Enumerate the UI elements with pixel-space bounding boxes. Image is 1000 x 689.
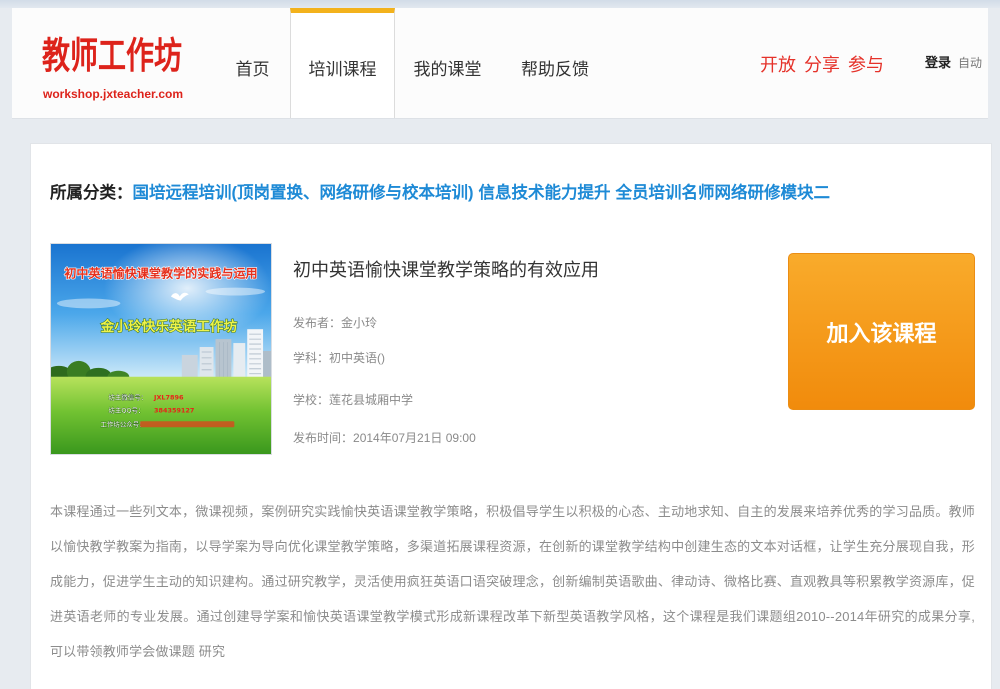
thumbnail-wechat-value: JXL7896 <box>153 394 184 402</box>
thumbnail-public-account-illegible <box>140 421 235 428</box>
thumbnail-qq-value: 384359127 <box>154 406 194 414</box>
meta-subject-label: 学科： <box>293 351 330 365</box>
thumbnail-workshop-name: 金小玲快乐英语工作坊 <box>100 318 238 335</box>
meta-subject-value: 初中英语() <box>329 351 386 365</box>
meta-subject: 学科：初中英语() <box>293 348 385 368</box>
nav-my-classroom[interactable]: 我的课堂 <box>395 8 500 118</box>
meta-publish-time-value: 2014年07月21日 09:00 <box>353 431 476 445</box>
logo-title: 教师工作坊 <box>42 35 183 76</box>
meta-publish-time-label: 发布时间： <box>293 431 354 445</box>
meta-publisher: 发布者：金小玲 <box>293 313 377 333</box>
category-breadcrumb: 所属分类：国培远程培训(顶岗置换、网络研修与校本培训) 信息技术能力提升 全员培训名… <box>50 183 835 203</box>
course-thumbnail: 初中英语愉快课堂教学的实践与运用 金小玲快乐英语工作坊 坊主微信号： JXL78… <box>50 243 272 455</box>
category-label: 所属分类： <box>50 184 133 202</box>
thumbnail-qq-label: 坊主QQ号： <box>108 405 144 414</box>
building <box>247 329 264 383</box>
thumbnail-wechat-label: 坊主微信号： <box>108 393 147 402</box>
cloud <box>56 298 121 309</box>
site-header: 教师工作坊 workshop.jxteacher.com 首页 培训课程 我的课… <box>12 8 988 119</box>
join-course-button[interactable]: 加入该课程 <box>788 253 975 410</box>
nav-help-feedback[interactable]: 帮助反馈 <box>500 8 610 118</box>
thumbnail-public-account-label: 工作坊公众号： <box>101 419 146 428</box>
thumbnail-artwork: 初中英语愉快课堂教学的实践与运用 金小玲快乐英语工作坊 坊主微信号： JXL78… <box>51 244 271 454</box>
course-title: 初中英语愉快课堂教学策略的有效应用 <box>293 260 599 280</box>
course-card: 所属分类：国培远程培训(顶岗置换、网络研修与校本培训) 信息技术能力提升 全员培训名… <box>30 143 992 689</box>
grass-field <box>51 376 271 454</box>
thumbnail-headline: 初中英语愉快课堂教学的实践与运用 <box>64 266 257 281</box>
auto-link[interactable]: 自动 <box>958 56 982 71</box>
meta-school-label: 学校： <box>293 393 330 407</box>
category-link-module-two[interactable]: 全员培训名师网络研修模块二 <box>616 184 831 202</box>
logo-link[interactable]: 教师工作坊 workshop.jxteacher.com <box>42 35 202 108</box>
cloud <box>205 287 266 296</box>
meta-school: 学校：莲花县城厢中学 <box>293 390 413 410</box>
category-link-it-ability[interactable]: 信息技术能力提升 <box>479 184 611 202</box>
header-slogan: 开放 分享 参与 <box>760 55 885 75</box>
logo-domain: workshop.jxteacher.com <box>43 87 184 101</box>
meta-publish-time: 发布时间：2014年07月21日 09:00 <box>293 428 476 448</box>
login-link[interactable]: 登录 <box>925 55 951 71</box>
top-band <box>0 0 1000 8</box>
nav-training-courses[interactable]: 培训课程 <box>290 8 395 118</box>
category-link-guopei[interactable]: 国培远程培训(顶岗置换、网络研修与校本培训) <box>133 184 474 202</box>
meta-publisher-value: 金小玲 <box>341 316 378 330</box>
course-description: 本课程通过一些列文本，微课视频，案例研究实践愉快英语课堂教学策略，积极倡导学生以… <box>50 504 975 659</box>
meta-school-value: 莲花县城厢中学 <box>329 393 414 407</box>
nav-home[interactable]: 首页 <box>215 8 290 118</box>
meta-publisher-label: 发布者： <box>293 316 342 330</box>
